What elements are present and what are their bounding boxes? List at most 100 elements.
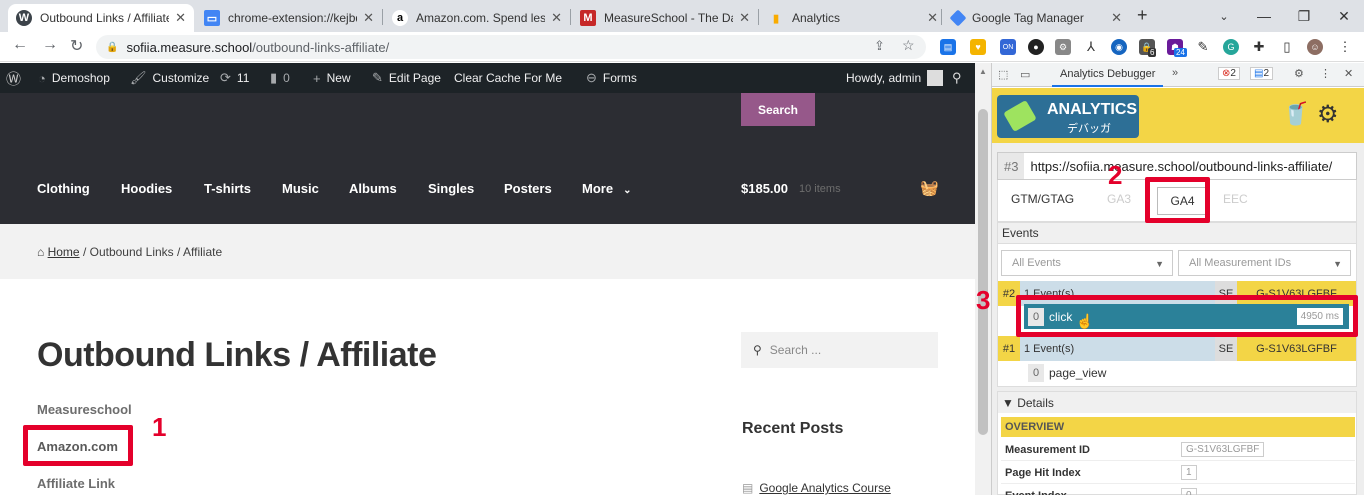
menu-music[interactable]: Music [282, 181, 319, 196]
menu-tshirts[interactable]: T-shirts [204, 181, 251, 196]
new-link[interactable]: + New [313, 63, 351, 93]
close-window-button[interactable]: ✕ [1325, 0, 1363, 32]
menu-posters[interactable]: Posters [504, 181, 552, 196]
new-tab-button[interactable]: + [1137, 5, 1148, 26]
clear-cache-link[interactable]: Clear Cache For Me [454, 63, 562, 93]
search-icon: ⚲ [753, 343, 762, 357]
gtm-icon [949, 9, 967, 27]
restore-button[interactable]: ❐ [1285, 0, 1323, 32]
tab-eec[interactable]: EEC [1223, 192, 1248, 206]
puzzle-icon[interactable]: ✚ [1251, 39, 1267, 55]
tab-amazon[interactable]: a Amazon.com. Spend less. Si ✕ [384, 4, 570, 32]
close-icon[interactable]: ✕ [739, 10, 750, 26]
measureschool-link[interactable]: Measureschool [37, 402, 132, 417]
extension-icon[interactable]: ◉ [1111, 39, 1127, 55]
tab-chrome-extension[interactable]: ▭ chrome-extension://kejbdjn ✕ [196, 4, 382, 32]
tab-analytics-debugger[interactable]: Analytics Debugger [1052, 63, 1164, 87]
menu-clothing[interactable]: Clothing [37, 181, 90, 196]
wp-admin-bar: Ⓦ ◔ Demoshop 🖌 Customize ⟳ 11 ▮ 0 + New ✎ Edit… [0, 63, 975, 93]
forms-link[interactable]: ⊖ Forms [586, 63, 637, 93]
share-icon[interactable]: ⇪ [874, 38, 885, 54]
tab-gtm-gtag[interactable]: GTM/GTAG [1011, 192, 1074, 206]
customize-link[interactable]: 🖌 Customize [130, 63, 209, 93]
site-name-link[interactable]: ◔ Demoshop [38, 63, 110, 93]
extension-on-icon[interactable]: ON [1000, 39, 1016, 55]
menu-hoodies[interactable]: Hoodies [121, 181, 172, 196]
edit-page-link[interactable]: ✎ Edit Page [372, 63, 441, 93]
gear-icon[interactable]: ⚙ [1294, 67, 1304, 80]
caret-down-icon: ▼ [1155, 259, 1164, 269]
home-icon: ⌂ [37, 245, 45, 259]
close-icon[interactable]: ✕ [175, 10, 186, 26]
search-button[interactable]: Search [741, 93, 815, 126]
back-button[interactable]: ← [12, 36, 28, 54]
extension-icon[interactable]: ▤ [940, 39, 956, 55]
click-event-row[interactable]: 0 click 4950 ms [1024, 304, 1349, 329]
close-icon[interactable]: ✕ [927, 10, 938, 26]
address-bar[interactable]: 🔒 sofiia.measure.school/outbound-links-a… [96, 35, 926, 59]
extension-icon[interactable]: G [1223, 39, 1239, 55]
tab-analytics[interactable]: ▮ Analytics ✕ [760, 4, 946, 32]
menu-dots-icon[interactable]: ⋮ [1320, 67, 1331, 80]
menu-albums[interactable]: Albums [349, 181, 397, 196]
close-icon[interactable]: ✕ [1344, 67, 1353, 80]
message-count-badge[interactable]: ▤2 [1250, 67, 1274, 80]
details-toggle[interactable]: ▼ Details [998, 392, 1356, 413]
scroll-thumb[interactable] [978, 109, 988, 435]
inspect-icon[interactable]: ⬚ [998, 68, 1008, 81]
gear-icon[interactable]: ⚙ [1317, 100, 1339, 129]
howdy-link[interactable]: Howdy, admin [846, 63, 944, 93]
bookmark-star-icon[interactable]: ☆ [902, 37, 915, 54]
close-icon[interactable]: ✕ [551, 10, 562, 26]
basket-icon[interactable]: 🧺 [920, 179, 939, 197]
affiliate-link[interactable]: Affiliate Link [37, 476, 115, 491]
wordpress-logo-icon[interactable]: Ⓦ [6, 63, 27, 93]
forward-button[interactable]: → [42, 36, 58, 54]
pen-icon[interactable]: ✎ [1195, 39, 1211, 55]
browser-toolbar: ← → ↻ 🔒 sofiia.measure.school/outbound-l… [0, 32, 1364, 62]
recent-post-link[interactable]: ▤ Google Analytics Course [742, 481, 891, 495]
updates-link[interactable]: ⟳ 11 [220, 63, 249, 93]
page-scrollbar[interactable]: ▲ [975, 63, 991, 495]
menu-dots-icon[interactable]: ⋮ [1337, 39, 1353, 55]
tab-google-tag-manager[interactable]: Google Tag Manager ✕ [944, 4, 1130, 32]
events-filter-select[interactable]: All Events ▼ [1001, 250, 1173, 276]
plus-icon: + [313, 70, 321, 86]
amazon-link[interactable]: Amazon.com [37, 439, 118, 454]
device-icon[interactable]: ▭ [1020, 68, 1030, 81]
search-icon[interactable]: ⚲ [952, 63, 968, 93]
close-icon[interactable]: ✕ [1111, 10, 1122, 26]
error-count-badge[interactable]: ⊗2 [1218, 67, 1240, 80]
debugger-tabs: GTM/GTAG GA3 GA4 EEC [997, 180, 1357, 222]
avatar[interactable]: ☺ [1307, 39, 1323, 55]
coffee-cup-icon[interactable]: 🥤 [1282, 101, 1309, 127]
extension-icon[interactable]: ⅄ [1083, 39, 1099, 55]
comments-link[interactable]: ▮ 0 [270, 63, 290, 93]
menu-singles[interactable]: Singles [428, 181, 474, 196]
event-group-row[interactable]: #2 1 Event(s) SE G-S1V63LGFBF [998, 281, 1356, 306]
event-group-row[interactable]: #1 1 Event(s) SE G-S1V63LGFBF [998, 336, 1356, 361]
extension-icon[interactable]: ⚙ [1055, 39, 1071, 55]
sidepanel-icon[interactable]: ▯ [1279, 39, 1295, 55]
close-icon[interactable]: ✕ [363, 10, 374, 26]
tab-measureschool[interactable]: M MeasureSchool - The Data- ✕ [572, 4, 758, 32]
tab-outbound-links[interactable]: W Outbound Links / Affiliate - ✕ [8, 4, 194, 32]
minimize-button[interactable]: — [1245, 0, 1283, 32]
sidebar-search-input[interactable]: ⚲ Search ... [741, 332, 938, 368]
annotation-number: 3 [976, 285, 991, 315]
reload-button[interactable]: ↻ [70, 36, 83, 56]
scroll-up-icon[interactable]: ▲ [979, 67, 987, 76]
menu-more[interactable]: More ⌄ [582, 181, 631, 196]
breadcrumb: ⌂ Home / Outbound Links / Affiliate [0, 224, 975, 279]
avatar [927, 70, 944, 86]
more-tabs-icon[interactable]: » [1172, 67, 1178, 79]
measurement-id-select[interactable]: All Measurement IDs ▼ [1178, 250, 1351, 276]
tab-ga3[interactable]: GA3 [1107, 192, 1131, 206]
extension-icon[interactable]: ● [1028, 39, 1044, 55]
page-view-event-row[interactable]: 0 page_view [1024, 364, 1106, 382]
extension-icon[interactable]: ♥ [970, 39, 986, 55]
breadcrumb-home-link[interactable]: Home [48, 245, 80, 259]
cart-total[interactable]: $185.00 [741, 181, 788, 196]
tab-ga4[interactable]: GA4 [1157, 187, 1208, 215]
tab-search-icon[interactable]: ⌄ [1205, 0, 1243, 32]
